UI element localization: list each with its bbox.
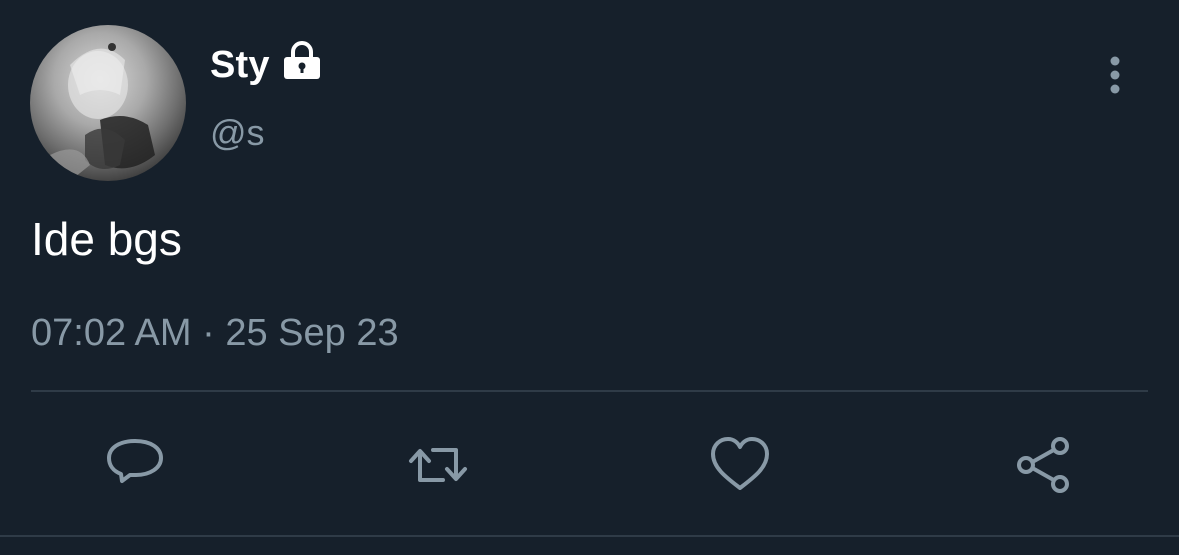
retweet-button[interactable] xyxy=(405,432,471,498)
heart-icon xyxy=(711,437,769,490)
divider xyxy=(31,390,1148,392)
like-button[interactable] xyxy=(707,432,773,498)
lock-icon xyxy=(281,40,323,82)
tweet-text: Ide bgs xyxy=(31,213,182,265)
timestamp: 07:02 AM · 25 Sep 23 xyxy=(31,312,399,354)
reply-button[interactable] xyxy=(102,432,168,498)
share-icon xyxy=(1017,437,1069,493)
bottom-divider xyxy=(0,535,1179,537)
reply-icon xyxy=(107,439,163,483)
avatar[interactable] xyxy=(30,25,186,181)
display-name[interactable]: Sty xyxy=(210,44,270,87)
share-button[interactable] xyxy=(1010,432,1076,498)
avatar-image xyxy=(40,43,155,181)
handle[interactable]: @s xyxy=(210,112,265,154)
more-vertical-icon[interactable] xyxy=(1097,52,1133,100)
retweet-icon xyxy=(409,448,467,482)
